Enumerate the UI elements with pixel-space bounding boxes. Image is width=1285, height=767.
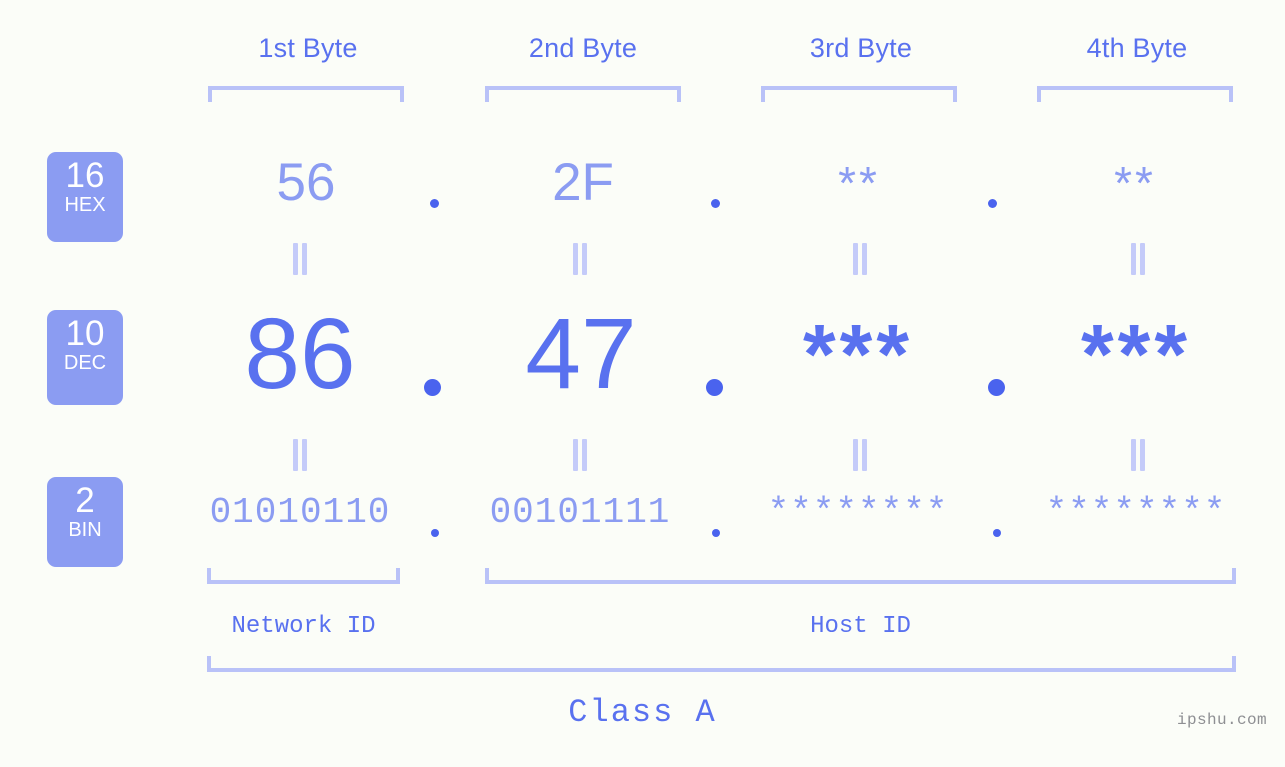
network-id-label: Network ID: [231, 613, 376, 640]
bin-byte-4: ********: [1045, 492, 1227, 533]
equals-mark-hex-dec-3: [850, 243, 870, 275]
bin-separator-dot-1: [431, 529, 439, 537]
hex-byte-3: **: [838, 157, 880, 209]
equals-mark-dec-bin-4: [1128, 439, 1148, 471]
network-id-bracket: [207, 568, 400, 584]
bin-byte-3: ********: [767, 492, 949, 533]
host-id-label: Host ID: [810, 613, 911, 640]
hex-byte-2: 2F: [552, 153, 614, 212]
byte-header-1: 1st Byte: [258, 33, 358, 63]
dec-byte-3: ***: [802, 307, 914, 401]
base-badge-bin-number: 2: [75, 481, 95, 520]
hex-byte-1: 56: [276, 153, 336, 212]
byte-bracket-3: [761, 86, 957, 102]
dec-separator-dot-3: [988, 379, 1005, 396]
hex-byte-4: **: [1114, 157, 1156, 209]
class-label: Class A: [568, 694, 717, 731]
base-badge-hex: 16 HEX: [47, 152, 123, 242]
dec-separator-dot-1: [424, 379, 441, 396]
base-badge-bin: 2 BIN: [47, 477, 123, 567]
dec-byte-4: ***: [1080, 307, 1192, 401]
dec-separator-dot-2: [706, 379, 723, 396]
base-badge-dec-number: 10: [65, 314, 105, 353]
byte-bracket-1: [208, 86, 404, 102]
hex-separator-dot-2: [711, 199, 720, 208]
byte-header-3: 3rd Byte: [809, 33, 913, 63]
base-badge-dec-name: DEC: [63, 352, 107, 374]
byte-header-2: 2nd Byte: [528, 33, 638, 63]
class-bracket: [207, 656, 1236, 672]
equals-mark-dec-bin-3: [850, 439, 870, 471]
equals-mark-dec-bin-1: [290, 439, 310, 471]
equals-mark-hex-dec-2: [570, 243, 590, 275]
hex-separator-dot-1: [430, 199, 439, 208]
dec-byte-1: 86: [244, 298, 356, 410]
byte-bracket-2: [485, 86, 681, 102]
bin-byte-2: 00101111: [489, 492, 671, 533]
bin-separator-dot-2: [712, 529, 720, 537]
bin-separator-dot-3: [993, 529, 1001, 537]
base-badge-hex-name: HEX: [64, 194, 106, 216]
byte-header-4: 4th Byte: [1086, 33, 1188, 63]
byte-bracket-4: [1037, 86, 1233, 102]
bin-byte-1: 01010110: [209, 492, 391, 533]
ip-byte-breakdown-diagram: 1st Byte 2nd Byte 3rd Byte 4th Byte 16 H…: [0, 0, 1285, 767]
dec-byte-2: 47: [525, 298, 637, 410]
base-badge-hex-number: 16: [65, 156, 105, 195]
equals-mark-hex-dec-1: [290, 243, 310, 275]
base-badge-dec: 10 DEC: [47, 310, 123, 405]
equals-mark-dec-bin-2: [570, 439, 590, 471]
host-id-bracket: [485, 568, 1236, 584]
equals-mark-hex-dec-4: [1128, 243, 1148, 275]
site-watermark: ipshu.com: [1176, 711, 1267, 729]
base-badge-bin-name: BIN: [68, 519, 102, 541]
hex-separator-dot-3: [988, 199, 997, 208]
